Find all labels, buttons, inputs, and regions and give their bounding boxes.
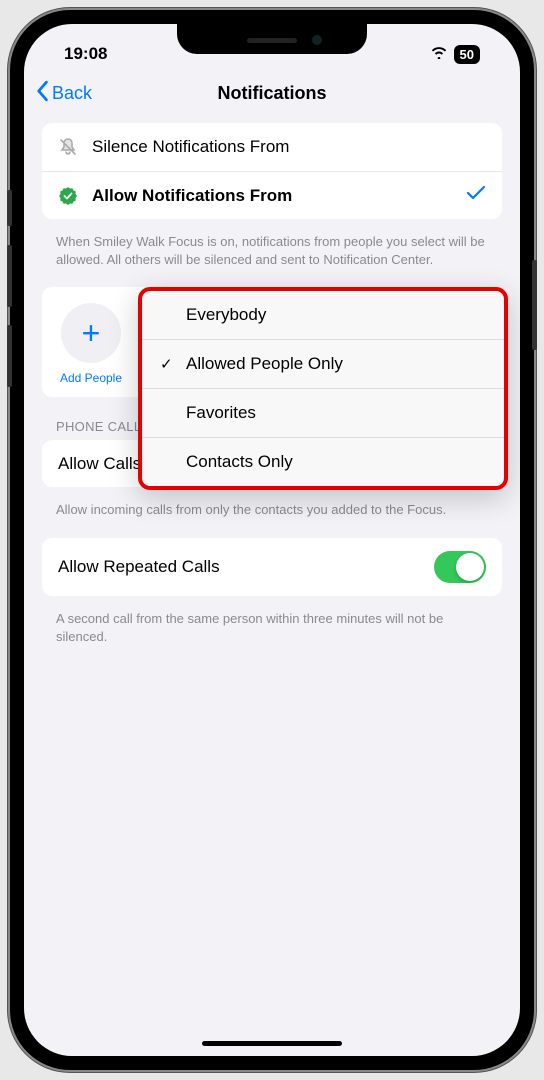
popover-label: Allowed People Only [186,354,343,374]
nav-bar: Back Notifications [24,74,520,123]
chevron-left-icon [34,80,50,107]
volume-switch [7,190,12,226]
popover-option-allowed-only[interactable]: ✓ Allowed People Only [142,339,504,388]
add-people-button[interactable]: + Add People [52,303,130,385]
allow-calls-footer: Allow incoming calls from only the conta… [42,495,502,537]
repeated-calls-label: Allow Repeated Calls [58,557,220,577]
repeated-calls-card: Allow Repeated Calls [42,538,502,596]
allow-notifications-row[interactable]: Allow Notifications From [42,171,502,219]
popover-option-everybody[interactable]: Everybody [142,291,504,339]
battery-indicator: 50 [454,45,480,64]
status-time: 19:08 [64,44,107,64]
status-indicators: 50 [430,45,480,64]
home-indicator[interactable] [202,1041,342,1046]
allow-label: Allow Notifications From [92,186,452,206]
allow-calls-popover: Everybody ✓ Allowed People Only Favorite… [138,287,508,490]
notch [177,24,367,54]
back-button[interactable]: Back [34,80,92,107]
volume-up-button [7,245,12,307]
checkmark-icon [466,185,486,206]
verified-badge-icon [58,186,78,206]
popover-option-contacts-only[interactable]: Contacts Only [142,437,504,486]
popover-label: Favorites [186,403,256,423]
back-label: Back [52,83,92,104]
plus-circle-icon: + [61,303,121,363]
silence-notifications-row[interactable]: Silence Notifications From [42,123,502,171]
front-camera [312,35,322,45]
people-section: + Add People − I Everybody [42,287,502,397]
phone-screen: 19:08 50 Back Notifications [24,24,520,1056]
repeated-calls-toggle[interactable] [434,551,486,583]
page-title: Notifications [217,83,326,104]
speaker-grille [247,38,297,43]
popover-option-favorites[interactable]: Favorites [142,388,504,437]
silence-label: Silence Notifications From [92,137,486,157]
bell-slash-icon [58,137,78,157]
notification-mode-footer: When Smiley Walk Focus is on, notificati… [42,227,502,287]
power-button [532,260,537,350]
popover-label: Everybody [186,305,266,325]
content-area: Silence Notifications From Allow Notific… [24,123,520,664]
repeated-calls-footer: A second call from the same person withi… [42,604,502,664]
checkmark-icon: ✓ [160,355,176,373]
popover-label: Contacts Only [186,452,293,472]
add-people-label: Add People [60,371,122,385]
wifi-icon [430,45,448,64]
phone-frame: 19:08 50 Back Notifications [10,10,534,1070]
volume-down-button [7,325,12,387]
notification-mode-card: Silence Notifications From Allow Notific… [42,123,502,219]
allow-repeated-calls-row: Allow Repeated Calls [42,538,502,596]
